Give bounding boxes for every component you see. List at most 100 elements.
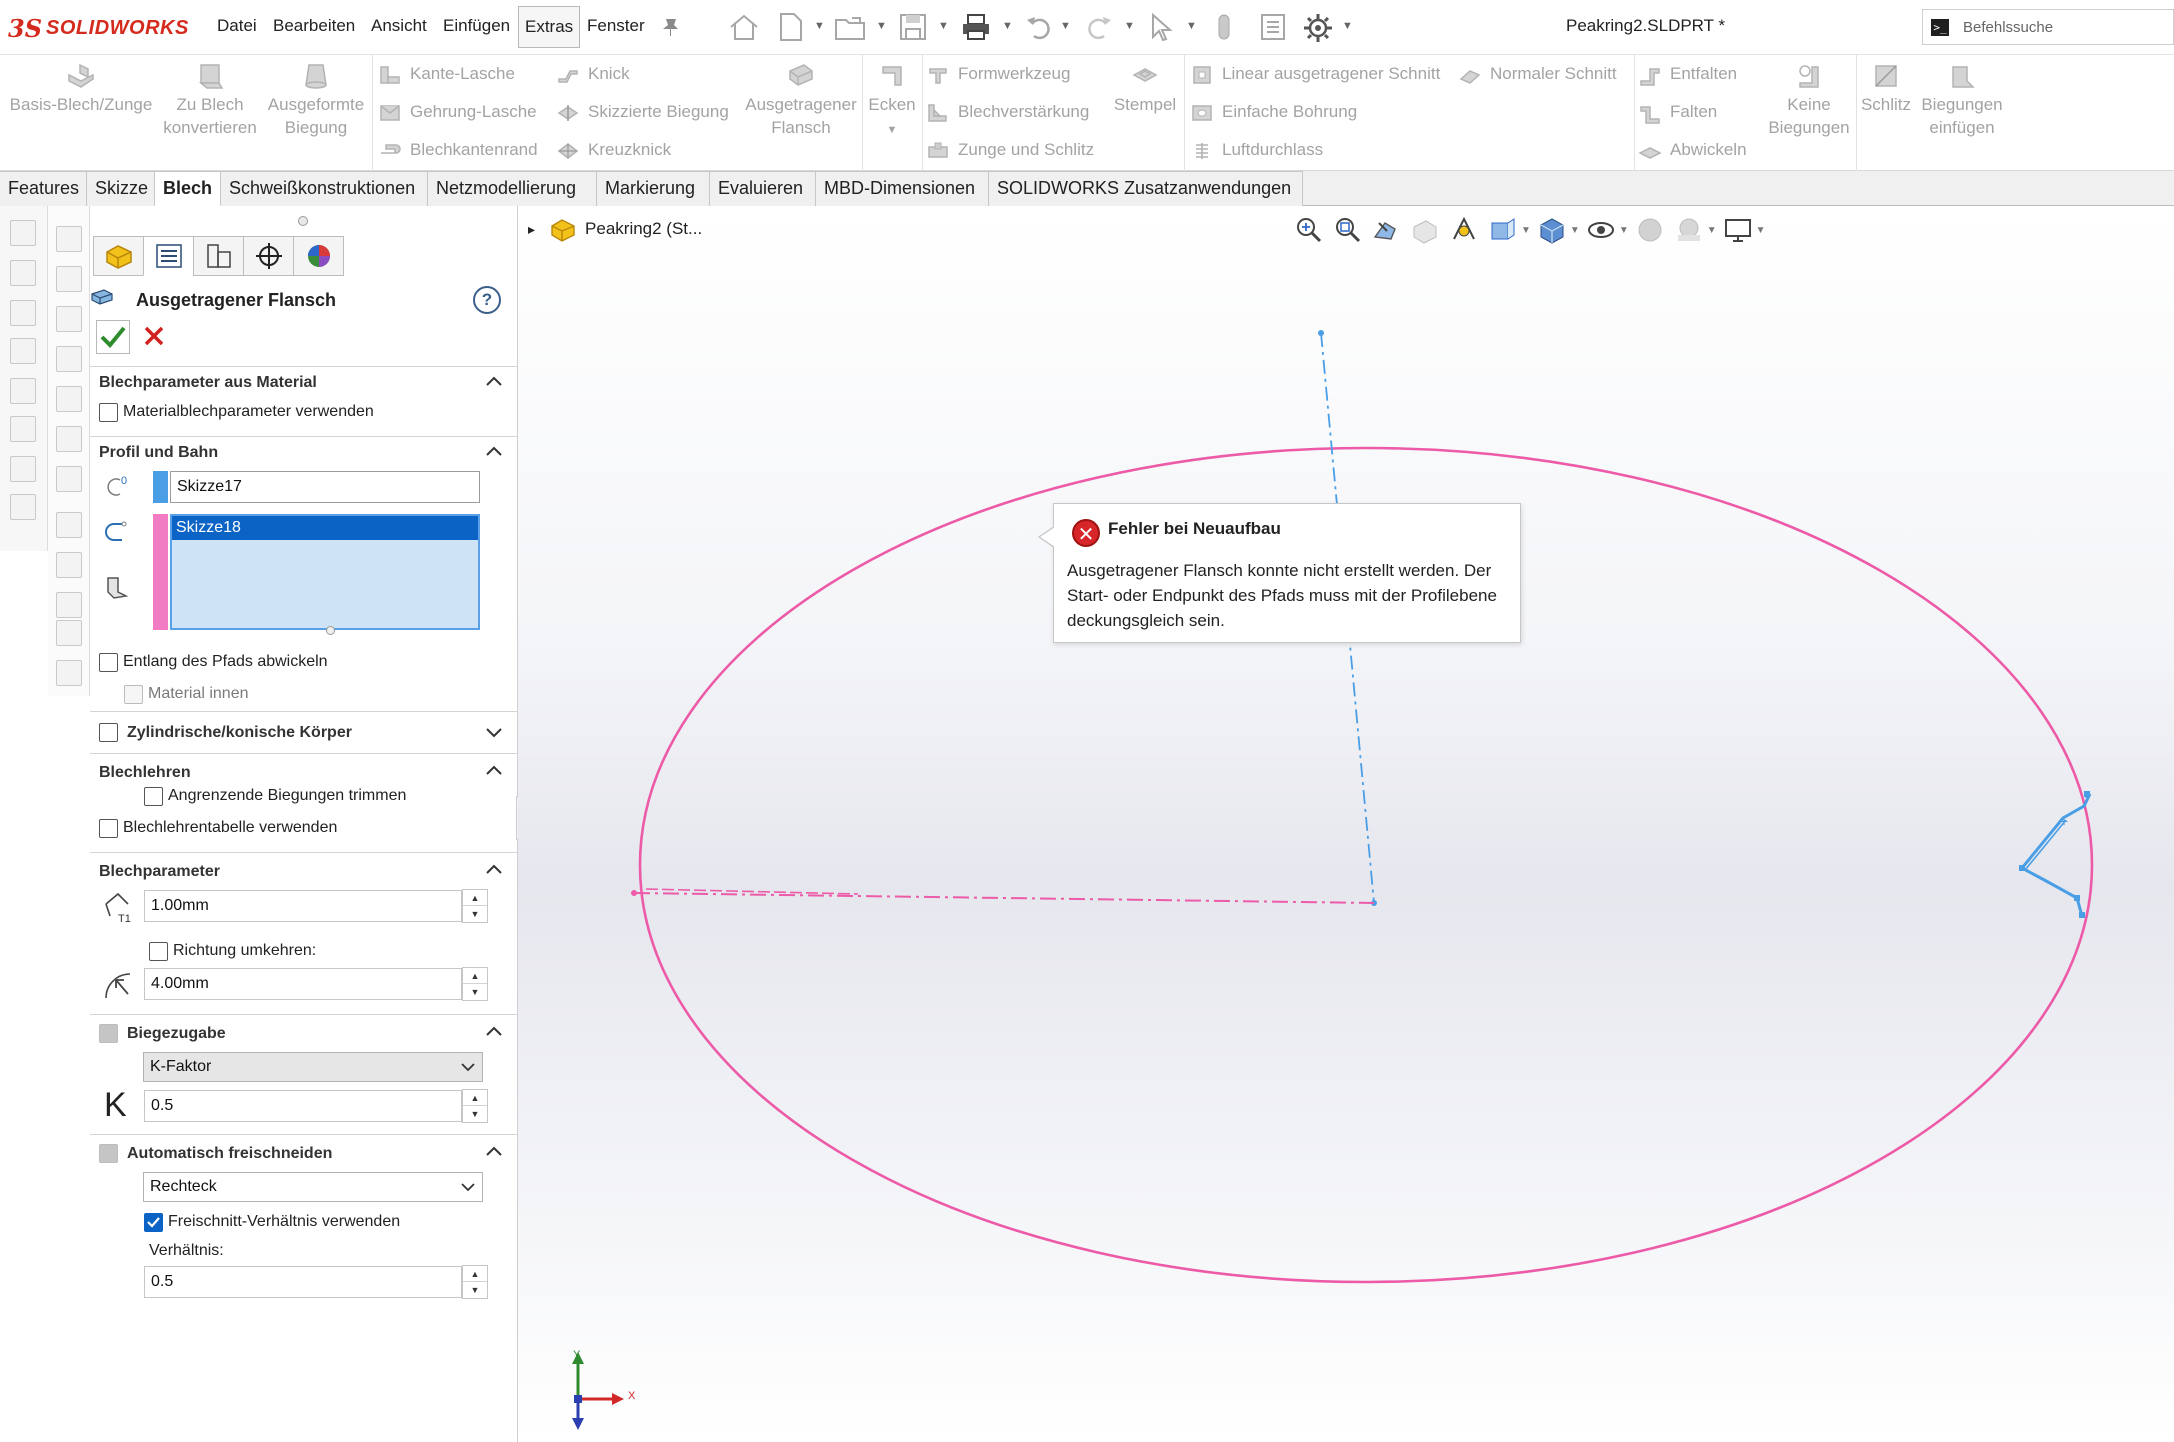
- material-checkbox[interactable]: [99, 403, 118, 422]
- knick-button[interactable]: Knick: [556, 61, 630, 87]
- sketch-scene[interactable]: + Y X: [518, 206, 2174, 1442]
- view-cube-icon[interactable]: [56, 226, 82, 252]
- previous-view-icon[interactable]: [1371, 215, 1401, 245]
- command-search-input[interactable]: >_ Befehlssuche: [1922, 9, 2174, 45]
- falten-button[interactable]: Falten: [1638, 99, 1717, 125]
- dynamic-annotation-icon[interactable]: [1449, 215, 1479, 245]
- k-factor-input[interactable]: 0.5: [144, 1090, 462, 1122]
- spin-up-icon[interactable]: ▲: [463, 968, 487, 984]
- ecken-dropdown-icon[interactable]: ▼: [887, 124, 898, 136]
- spin-up-icon[interactable]: ▲: [463, 1266, 487, 1282]
- luftdurchlass-button[interactable]: Luftdurchlass: [1190, 137, 1323, 163]
- menu-einfuegen[interactable]: Einfügen: [443, 16, 510, 36]
- chevron-up-icon[interactable]: [484, 760, 504, 780]
- new-dropdown-icon[interactable]: ▼: [814, 20, 825, 32]
- chevron-up-icon[interactable]: [484, 1141, 504, 1161]
- einfache-bohrung-button[interactable]: Einfache Bohrung: [1190, 99, 1357, 125]
- kreuzknick-button[interactable]: Kreuzknick: [556, 137, 671, 163]
- tab-propertymanager[interactable]: [143, 236, 194, 276]
- open-dropdown-icon[interactable]: ▼: [876, 20, 887, 32]
- tab-schweisskonstruktionen[interactable]: Schweißkonstruktionen: [221, 171, 428, 206]
- abwickeln-checkbox[interactable]: [99, 653, 118, 672]
- sketch-tool-icon[interactable]: [56, 620, 82, 646]
- sketch-tool-icon[interactable]: [56, 512, 82, 538]
- save-icon[interactable]: [898, 12, 928, 42]
- formwerkzeug-button[interactable]: Formwerkzeug: [926, 61, 1070, 87]
- section-profil-header[interactable]: Profil und Bahn: [90, 436, 518, 466]
- view-orientation-dropdown-icon[interactable]: ▼: [1521, 225, 1531, 236]
- keine-biegungen-button[interactable]: Keine Biegungen: [1760, 61, 1858, 139]
- cancel-button[interactable]: [140, 322, 168, 350]
- biegungen-einfuegen-button[interactable]: Biegungen einfügen: [1914, 61, 2010, 139]
- section-zylinder-header[interactable]: Zylindrische/konische Körper: [90, 711, 518, 753]
- zoom-to-area-icon[interactable]: [1332, 215, 1362, 245]
- bend-radius-input[interactable]: 4.00mm: [144, 968, 462, 1000]
- tab-netzmodellierung[interactable]: Netzmodellierung: [428, 171, 597, 206]
- tab-mbd-dimensionen[interactable]: MBD-Dimensionen: [816, 171, 989, 206]
- linear-ausgetragener-schnitt-button[interactable]: Linear ausgetragener Schnitt: [1190, 61, 1440, 87]
- view-settings-monitor-icon[interactable]: [1723, 215, 1753, 245]
- select-cursor-icon[interactable]: [1148, 12, 1174, 42]
- view-cube-icon[interactable]: [56, 386, 82, 412]
- text-tool-icon[interactable]: [10, 416, 36, 442]
- view-cube-icon[interactable]: [56, 426, 82, 452]
- chevron-up-icon[interactable]: [484, 859, 504, 879]
- tab-skizze[interactable]: Skizze: [87, 171, 155, 206]
- view-cube-icon[interactable]: [56, 346, 82, 372]
- path-selection-list[interactable]: Skizze18: [170, 514, 480, 630]
- spin-down-icon[interactable]: ▼: [463, 906, 487, 922]
- sketch-point[interactable]: [1318, 330, 1324, 336]
- chevron-up-icon[interactable]: [484, 1021, 504, 1041]
- tab-featuremanager[interactable]: [93, 236, 144, 276]
- view-cube-icon[interactable]: [56, 306, 82, 332]
- redo-icon[interactable]: [1084, 12, 1114, 42]
- options-gear-icon[interactable]: [1302, 12, 1334, 44]
- view-cube-icon[interactable]: [56, 466, 82, 492]
- text-tool-icon[interactable]: [10, 338, 36, 364]
- zu-blech-konvertieren-button[interactable]: Zu Blech konvertieren: [156, 61, 264, 139]
- undo-icon[interactable]: [1024, 12, 1054, 42]
- view-orientation-icon[interactable]: [1488, 215, 1518, 245]
- undo-dropdown-icon[interactable]: ▼: [1060, 20, 1071, 32]
- k-factor-spinner[interactable]: ▲ ▼: [462, 1089, 488, 1123]
- relief-ratio-checkbox[interactable]: [144, 1213, 163, 1232]
- section-material-header[interactable]: Blechparameter aus Material: [90, 366, 518, 396]
- thickness-input[interactable]: 1.00mm: [144, 890, 462, 922]
- bend-allowance-select[interactable]: K-Faktor: [143, 1052, 483, 1082]
- skizzierte-biegung-button[interactable]: Skizzierte Biegung: [556, 99, 729, 125]
- pattern-tool-icon[interactable]: [10, 456, 36, 482]
- basis-blech-button[interactable]: Basis-Blech/Zunge: [8, 61, 154, 116]
- normaler-schnitt-button[interactable]: Normaler Schnitt: [1458, 61, 1617, 87]
- sketch-point[interactable]: [631, 890, 637, 896]
- apply-scene-icon[interactable]: [1674, 215, 1704, 245]
- new-document-icon[interactable]: [778, 12, 804, 42]
- ecken-button[interactable]: Ecken ▼: [864, 61, 920, 142]
- menu-fenster[interactable]: Fenster: [587, 16, 645, 36]
- chevron-down-icon[interactable]: [484, 722, 504, 742]
- menu-extras[interactable]: Extras: [518, 6, 581, 48]
- tab-configurationmanager[interactable]: [193, 236, 244, 276]
- spin-up-icon[interactable]: ▲: [463, 1090, 487, 1106]
- gauge-table-checkbox[interactable]: [99, 819, 118, 838]
- stempel-button[interactable]: Stempel: [1108, 61, 1182, 116]
- tab-displaymanager[interactable]: [293, 236, 344, 276]
- list-resize-handle[interactable]: [326, 626, 335, 635]
- blechverstaerkung-button[interactable]: Blechverstärkung: [926, 99, 1089, 125]
- ausgetragener-flansch-button[interactable]: Ausgetragener Flansch: [742, 61, 860, 139]
- panel-collapse-handle[interactable]: [298, 216, 308, 226]
- zoom-to-fit-icon[interactable]: [1293, 215, 1323, 245]
- display-style-icon[interactable]: [1537, 215, 1567, 245]
- tab-evaluieren[interactable]: Evaluieren: [710, 171, 816, 206]
- graphics-area[interactable]: + Y X ▸ Peakring2 (St... ▼ ▼ ▼ ▼ ▼ ✕ Feh…: [518, 206, 2174, 1442]
- print-icon[interactable]: [960, 12, 992, 42]
- gehrung-lasche-button[interactable]: Gehrung-Lasche: [378, 99, 537, 125]
- redo-dropdown-icon[interactable]: ▼: [1124, 20, 1135, 32]
- tab-solidworks-zusatzanwendungen[interactable]: SOLIDWORKS Zusatzanwendungen: [989, 171, 1303, 206]
- spin-down-icon[interactable]: ▼: [463, 1282, 487, 1298]
- rebuild-icon[interactable]: [1214, 12, 1234, 42]
- edit-appearance-icon[interactable]: [1635, 215, 1665, 245]
- ratio-input[interactable]: 0.5: [144, 1266, 462, 1298]
- kante-lasche-button[interactable]: Kante-Lasche: [378, 61, 515, 87]
- thickness-spinner[interactable]: ▲ ▼: [462, 889, 488, 923]
- chevron-up-icon[interactable]: [484, 441, 504, 461]
